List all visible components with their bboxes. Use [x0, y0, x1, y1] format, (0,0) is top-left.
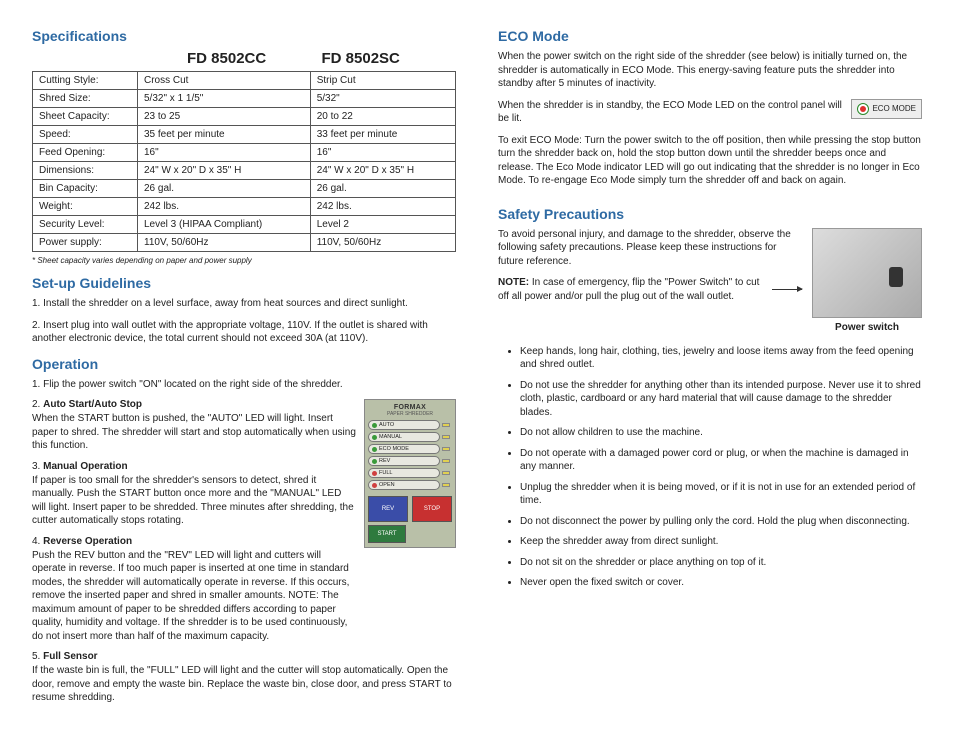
setup-heading: Set-up Guidelines — [32, 275, 456, 291]
spec-footnote: * Sheet capacity varies depending on pap… — [32, 256, 456, 265]
setup-step-1: 1. Install the shredder on a level surfa… — [32, 297, 456, 311]
eco-led-icon — [857, 103, 869, 115]
eco-p3: To exit ECO Mode: Turn the power switch … — [498, 134, 922, 188]
operation-heading: Operation — [32, 356, 456, 372]
panel-indicator-row: ECO MODE — [368, 444, 452, 454]
panel-indicator: REV — [368, 456, 440, 466]
eco-mode-badge: ECO MODE — [851, 99, 922, 119]
panel-indicator-row: MANUAL — [368, 432, 452, 442]
op-3-head: 3. Manual Operation — [32, 461, 356, 472]
panel-brand: FORMAX — [368, 404, 452, 411]
led-dot-icon — [372, 483, 377, 488]
list-item: Never open the fixed switch or cover. — [520, 576, 922, 590]
power-switch-caption: Power switch — [812, 322, 922, 333]
list-item: Unplug the shredder when it is being mov… — [520, 481, 922, 508]
table-row: Bin Capacity:26 gal.26 gal. — [33, 180, 456, 198]
led-icon — [442, 435, 450, 439]
eco-heading: ECO Mode — [498, 28, 922, 44]
list-item: Do not allow children to use the machine… — [520, 426, 922, 440]
table-row: Cutting Style:Cross CutStrip Cut — [33, 72, 456, 90]
panel-indicator-row: OPEN — [368, 480, 452, 490]
led-icon — [442, 471, 450, 475]
led-icon — [442, 483, 450, 487]
list-item: Do not disconnect the power by pulling o… — [520, 515, 922, 529]
panel-indicator-row: REV — [368, 456, 452, 466]
model-header: FD 8502CC FD 8502SC — [32, 50, 456, 67]
control-panel-figure: FORMAX PAPER SHREDDER AUTO MANUAL ECO MODE… — [364, 399, 456, 548]
table-row: Power supply:110V, 50/60Hz110V, 50/60Hz — [33, 234, 456, 252]
panel-subtitle: PAPER SHREDDER — [368, 411, 452, 417]
led-dot-icon — [372, 435, 377, 440]
eco-p1: When the power switch on the right side … — [498, 50, 922, 91]
led-icon — [442, 459, 450, 463]
power-switch-figure: Power switch — [812, 228, 922, 333]
specifications-heading: Specifications — [32, 28, 456, 44]
operation-step-1: 1. Flip the power switch "ON" located on… — [32, 378, 456, 392]
led-dot-icon — [372, 447, 377, 452]
table-row: Dimensions:24" W x 20" D x 35" H24" W x … — [33, 162, 456, 180]
panel-indicator-row: FULL — [368, 468, 452, 478]
eco-badge-label: ECO MODE — [872, 104, 916, 113]
list-item: Keep the shredder away from direct sunli… — [520, 535, 922, 549]
list-item: Do not sit on the shredder or place anyt… — [520, 556, 922, 570]
panel-stop-button: STOP — [412, 496, 452, 522]
spec-table: Cutting Style:Cross CutStrip CutShred Si… — [32, 71, 456, 252]
panel-start-button: START — [368, 525, 406, 543]
table-row: Sheet Capacity:23 to 2520 to 22 — [33, 108, 456, 126]
table-row: Weight:242 lbs.242 lbs. — [33, 198, 456, 216]
panel-indicator: ECO MODE — [368, 444, 440, 454]
led-dot-icon — [372, 459, 377, 464]
led-dot-icon — [372, 471, 377, 476]
model-a: FD 8502CC — [187, 50, 322, 67]
led-icon — [442, 447, 450, 451]
setup-step-2: 2. Insert plug into wall outlet with the… — [32, 319, 456, 346]
panel-indicator: AUTO — [368, 420, 440, 430]
left-column: Specifications FD 8502CC FD 8502SC Cutti… — [32, 28, 456, 713]
precautions-list: Keep hands, long hair, clothing, ties, j… — [498, 345, 922, 590]
right-column: ECO Mode When the power switch on the ri… — [498, 28, 922, 713]
op-3-body: If paper is too small for the shredder's… — [32, 474, 356, 528]
emergency-note: NOTE: In case of emergency, flip the "Po… — [498, 276, 802, 303]
table-row: Speed:35 feet per minute33 feet per minu… — [33, 126, 456, 144]
arrow-icon — [772, 289, 802, 290]
led-icon — [442, 423, 450, 427]
table-row: Security Level:Level 3 (HIPAA Compliant)… — [33, 216, 456, 234]
panel-indicator: MANUAL — [368, 432, 440, 442]
list-item: Do not operate with a damaged power cord… — [520, 447, 922, 474]
panel-indicator: OPEN — [368, 480, 440, 490]
power-switch-image — [812, 228, 922, 318]
panel-indicator-row: AUTO — [368, 420, 452, 430]
list-item: Keep hands, long hair, clothing, ties, j… — [520, 345, 922, 372]
list-item: Do not use the shredder for anything oth… — [520, 379, 922, 420]
op-5-head: 5. Full Sensor — [32, 651, 456, 662]
op-4-head: 4. Reverse Operation — [32, 536, 356, 547]
model-b: FD 8502SC — [322, 50, 457, 67]
op-2-head: 2. Auto Start/Auto Stop — [32, 399, 356, 410]
table-row: Feed Opening:16"16" — [33, 144, 456, 162]
op-4-body: Push the REV button and the "REV" LED wi… — [32, 549, 356, 644]
panel-indicator: FULL — [368, 468, 440, 478]
safety-heading: Safety Precautions — [498, 206, 922, 222]
table-row: Shred Size:5/32" x 1 1/5"5/32" — [33, 90, 456, 108]
led-dot-icon — [372, 423, 377, 428]
panel-rev-button: REV — [368, 496, 408, 522]
op-5-body: If the waste bin is full, the "FULL" LED… — [32, 664, 456, 705]
op-2-body: When the START button is pushed, the "AU… — [32, 412, 356, 453]
